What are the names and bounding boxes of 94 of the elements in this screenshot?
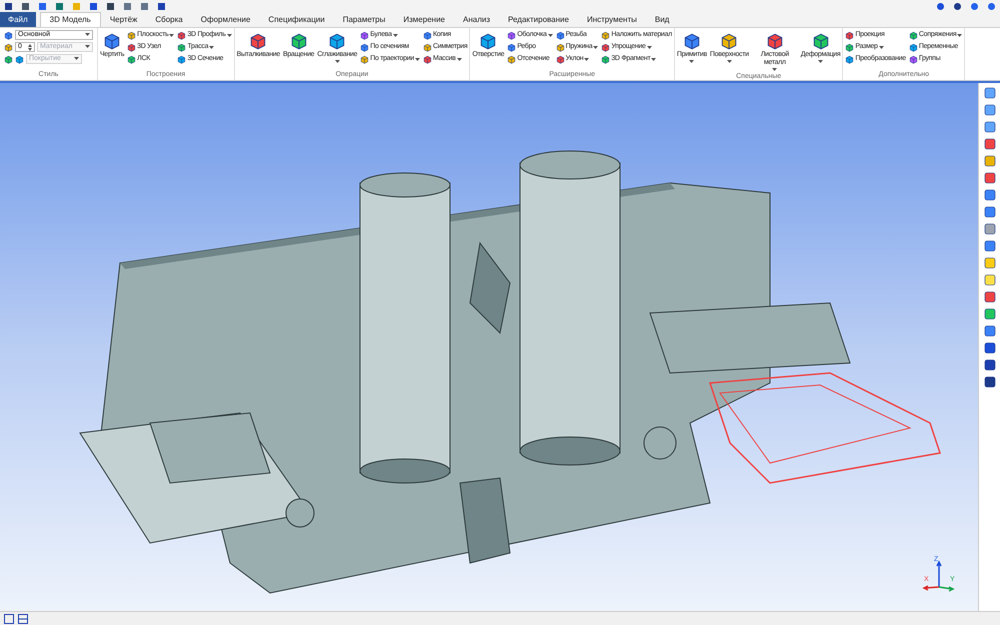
ribbon-tab[interactable]: 3D Модель: [40, 12, 101, 27]
tool-icon[interactable]: [984, 104, 996, 116]
cube-icon: [360, 55, 370, 64]
cube-icon: [422, 43, 432, 52]
cube-icon: [601, 55, 610, 64]
caret-icon: [85, 45, 90, 49]
ribbon-tab[interactable]: Параметры: [334, 12, 394, 27]
window-layout-icon[interactable]: [4, 614, 14, 624]
ribbon-tab[interactable]: Инструменты: [578, 12, 646, 27]
cube-icon: [812, 32, 830, 50]
cube-icon: [177, 31, 186, 40]
cube-icon: [479, 32, 498, 50]
caret-icon: [818, 60, 824, 64]
caret-icon: [772, 68, 778, 72]
cube-icon: [556, 31, 565, 40]
cube-icon: [177, 55, 186, 64]
cube-icon: [328, 32, 346, 50]
cube-icon: [556, 43, 565, 52]
caret-icon: [414, 58, 420, 62]
cube-icon: [4, 30, 13, 40]
tool-icon[interactable]: [984, 308, 996, 320]
tool-icon[interactable]: [984, 257, 996, 269]
cube-icon: [908, 55, 918, 64]
caret-icon: [689, 60, 694, 64]
cube-icon: [422, 55, 432, 64]
tool-icon[interactable]: [984, 155, 996, 167]
ribbon-tab[interactable]: Чертёж: [100, 12, 146, 27]
ribbon-tab[interactable]: Анализ: [454, 12, 500, 27]
caret-icon: [334, 60, 340, 64]
tool-icon[interactable]: [984, 172, 996, 184]
caret-icon: [584, 58, 590, 62]
tool-icon[interactable]: [984, 359, 996, 371]
cube-icon: [682, 32, 701, 50]
caret-icon: [85, 33, 90, 37]
tool-icon[interactable]: [984, 240, 996, 252]
caret-icon: [226, 34, 232, 38]
cube-icon: [360, 43, 370, 52]
cube-icon: [103, 32, 122, 50]
cube-icon: [15, 54, 24, 64]
ribbon-tab[interactable]: Вид: [646, 12, 678, 27]
cube-icon: [601, 31, 610, 40]
cube-icon: [601, 43, 610, 52]
cube-icon: [127, 55, 136, 64]
tool-icon[interactable]: [984, 121, 996, 133]
ribbon-tab[interactable]: Сборка: [146, 12, 192, 27]
cube-icon: [766, 32, 784, 50]
ribbon-tab[interactable]: Оформление: [192, 12, 260, 27]
tool-icon[interactable]: [984, 189, 996, 201]
spin-arrows-icon: [28, 44, 32, 50]
caret-icon: [548, 34, 553, 38]
cube-icon: [556, 55, 565, 64]
ribbon-tab[interactable]: Спецификации: [259, 12, 334, 27]
cube-icon: [845, 31, 854, 40]
caret-icon: [957, 34, 962, 38]
cube-icon: [507, 31, 516, 40]
tool-icon[interactable]: [984, 376, 996, 388]
cube-icon: [4, 54, 13, 64]
caret-icon: [392, 34, 398, 38]
tool-icon[interactable]: [984, 138, 996, 150]
tool-icon[interactable]: [984, 87, 996, 99]
cube-icon: [4, 42, 13, 52]
tool-icon[interactable]: [984, 274, 996, 286]
caret-icon: [169, 34, 174, 38]
cube-icon: [422, 31, 432, 40]
cube-icon: [127, 43, 136, 52]
ribbon-tab[interactable]: Измерение: [394, 12, 454, 27]
cube-icon: [720, 32, 738, 50]
tool-icon[interactable]: [984, 206, 996, 218]
cube-icon: [249, 32, 268, 50]
caret-icon: [726, 60, 732, 64]
caret-icon: [651, 58, 656, 62]
cube-icon: [360, 31, 370, 40]
cube-icon: [507, 55, 516, 64]
tool-icon[interactable]: [984, 325, 996, 337]
cube-icon: [507, 43, 516, 52]
window-layout-icon[interactable]: [18, 614, 28, 624]
file-tab[interactable]: Файл: [0, 12, 36, 27]
cube-icon: [845, 55, 854, 64]
tool-icon[interactable]: [984, 291, 996, 303]
cube-icon: [908, 31, 918, 40]
cube-icon: [290, 32, 308, 50]
caret-icon: [456, 58, 462, 62]
caret-icon: [74, 57, 79, 61]
tool-icon[interactable]: [984, 223, 996, 235]
cube-icon: [177, 43, 186, 52]
cube-icon: [845, 43, 854, 52]
caret-icon: [878, 46, 884, 50]
caret-icon: [646, 46, 652, 50]
caret-icon: [209, 46, 214, 50]
cube-icon: [127, 31, 136, 40]
cube-icon: [908, 43, 918, 52]
caret-icon: [593, 46, 598, 50]
ribbon-tab[interactable]: Редактирование: [499, 12, 578, 27]
tool-icon[interactable]: [984, 342, 996, 354]
